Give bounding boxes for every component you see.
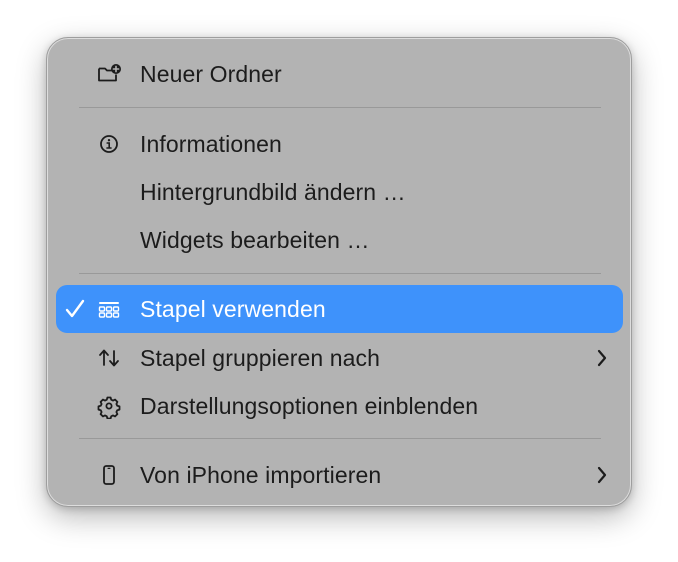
menu-item-label: Stapel gruppieren nach <box>140 345 381 371</box>
menu-separator <box>79 273 601 274</box>
chevron-right-icon <box>595 464 609 486</box>
sort-arrows-icon <box>96 345 122 371</box>
menu-item-label: Hintergrundbild ändern … <box>140 179 406 205</box>
menu-item-show-view-options[interactable]: Darstellungsoptionen einblenden <box>56 382 623 430</box>
menu-separator <box>79 107 601 108</box>
menu-item-label: Darstellungsoptionen einblenden <box>140 393 479 419</box>
menu-item-label: Widgets bearbeiten … <box>140 227 370 253</box>
menu-separator <box>79 438 601 439</box>
menu-item-new-folder[interactable]: Neuer Ordner <box>56 50 623 98</box>
iphone-icon <box>96 462 122 488</box>
info-icon <box>96 131 122 157</box>
menu-item-label: Neuer Ordner <box>140 61 282 87</box>
menu-item-import-from-iphone[interactable]: Von iPhone importieren <box>56 451 623 499</box>
menu-item-use-stacks[interactable]: Stapel verwenden <box>56 285 623 333</box>
stacks-icon <box>96 296 122 322</box>
menu-item-get-info[interactable]: Informationen <box>56 120 623 168</box>
menu-item-label: Informationen <box>140 131 282 157</box>
checkmark-icon <box>64 297 86 321</box>
menu-item-change-wallpaper[interactable]: Hintergrundbild ändern … <box>56 168 623 216</box>
menu-item-label: Stapel verwenden <box>140 296 326 322</box>
menu-item-group-stacks-by[interactable]: Stapel gruppieren nach <box>56 334 623 382</box>
context-menu: Neuer Ordner Informationen Hintergrundbi… <box>46 37 632 507</box>
menu-item-edit-widgets[interactable]: Widgets bearbeiten … <box>56 216 623 264</box>
gear-icon <box>96 393 122 419</box>
new-folder-icon <box>96 61 122 87</box>
menu-item-label: Von iPhone importieren <box>140 462 382 488</box>
chevron-right-icon <box>595 347 609 369</box>
